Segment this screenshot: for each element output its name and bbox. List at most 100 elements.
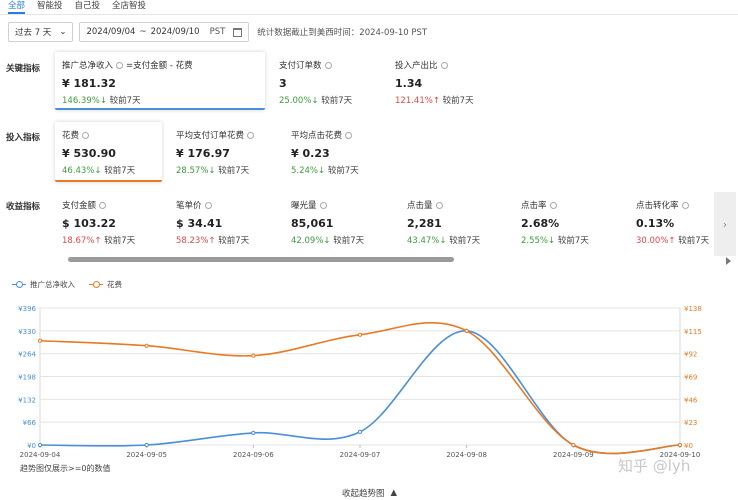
key-metric-orders[interactable]: 支付订单数 3 25.00%↓ 较前7天 [279,59,352,106]
y-left-tick-label: ¥66 [23,419,37,427]
collapse-chart-button[interactable]: 收起趋势图 ▲ [342,487,397,499]
tab-all[interactable]: 全部 [8,0,26,14]
metric-compare: 较前7天 [557,236,589,246]
scroll-right-button[interactable]: › [714,192,736,256]
legend-item-spend[interactable]: 花费 [89,279,122,290]
tab-smart[interactable]: 智能投 [37,0,63,14]
legend-item-net-income[interactable]: 推广总净收入 [12,279,75,290]
tab-store-smart[interactable]: 全店智投 [112,0,146,14]
metric-change: 146.39%↓ [62,96,107,106]
x-tick-label: 2024-09-06 [233,451,274,459]
x-tick-label: 2024-09-08 [446,451,487,459]
output-metric-payment[interactable]: 支付金额 $ 103.22 18.67%↑ 较前7天 [62,199,135,246]
period-select-value: 过去 7 天 [15,28,52,38]
metric-value: ¥ 0.23 [291,147,330,160]
info-icon [440,61,448,69]
chart-note: 趋势图仅展示>=0的数值 [20,464,111,473]
metric-name: 点击量 [407,201,433,211]
metric-compare: 较前7天 [104,166,136,176]
chevron-down-icon: ⌄ [59,27,67,37]
metric-compare: 较前7天 [321,96,353,106]
tab-self[interactable]: 自己投 [75,0,101,14]
date-start: 2024/09/04 [86,27,136,37]
y-right-tick-label: ¥138 [684,305,702,313]
metric-value: 0.13% [636,217,675,230]
y-right-tick-label: ¥115 [684,328,702,336]
metric-name: 投入产出比 [395,61,438,71]
metric-value: ¥ 176.97 [176,147,230,160]
legend-label: 推广总净收入 [30,280,75,289]
metric-value: 2.68% [521,217,560,230]
x-tick-label: 2024-09-07 [340,451,381,459]
date-separator: ~ [139,27,147,37]
horizontal-scrollbar[interactable] [68,257,454,262]
input-metric-spend[interactable]: 花费 ¥ 530.90 46.43%↓ 较前7天 [62,129,135,176]
metric-change: 18.67%↑ [62,236,102,246]
y-right-tick-label: ¥23 [684,419,697,427]
scroll-right-triangle-icon[interactable] [726,257,731,265]
data-point-spend [251,353,256,358]
metric-value: 3 [279,77,287,90]
trend-chart: ¥0 ¥66 ¥132 ¥198 ¥264 ¥330 ¥396 ¥0 ¥23 ¥46 ¥69 ¥92 ¥… [18,305,702,459]
calendar-icon [233,27,243,37]
metric-change: 30.00%↑ [636,236,676,246]
y-left-tick-label: ¥132 [18,396,36,404]
metric-change: 25.00%↓ [279,96,319,106]
metric-value: ¥ 181.32 [62,77,116,90]
metric-change: 2.55%↓ [521,236,556,246]
input-metric-avg-order-spend[interactable]: 平均支付订单花费 ¥ 176.97 28.57%↓ 较前7天 [176,129,255,176]
caret-up-icon: ▲ [390,488,398,498]
y-right-tick-label: ¥69 [684,374,697,382]
metric-name: 曝光量 [291,201,317,211]
metric-name: 花费 [62,131,80,141]
section-output-label: 收益指标 [6,202,41,212]
metric-compare: 较前7天 [218,236,250,246]
filter-row: 过去 7 天 ⌄ 2024/09/04 ~ 2024/09/10 PST 统计数… [8,22,427,42]
info-icon [204,201,212,209]
date-range-picker[interactable]: 2024/09/04 ~ 2024/09/10 PST [79,22,250,42]
metric-compare: 较前7天 [333,236,365,246]
metric-name: 平均点击花费 [291,131,343,141]
metric-value: 1.34 [395,77,423,90]
metric-name: 平均支付订单花费 [176,131,245,141]
info-icon [82,131,90,139]
series-line-net-income [39,330,681,455]
metric-formula: =支付金额 - 花费 [126,61,193,71]
y-left-tick-label: ¥198 [18,374,36,382]
y-right-tick-label: ¥92 [684,351,697,359]
y-left-tick-label: ¥396 [18,305,36,313]
data-point-net-income [251,430,256,435]
metric-change: 43.47%↓ [407,236,447,246]
x-tick-label: 2024-09-04 [20,451,61,459]
info-icon [681,201,689,209]
metric-value: ¥ 530.90 [62,147,116,160]
x-tick-label: 2024-09-09 [553,451,594,459]
period-select[interactable]: 过去 7 天 ⌄ [8,22,74,42]
output-metric-ctr[interactable]: 点击率 2.68% 2.55%↓ 较前7天 [521,199,589,246]
metric-change: 42.09%↓ [291,236,331,246]
date-end: 2024/09/10 [150,27,200,37]
y-left-tick-label: ¥264 [18,351,36,359]
data-point-spend [37,338,43,343]
data-point-net-income [357,429,363,434]
chart-legend: 推广总净收入 花费 [12,279,122,290]
metric-name: 支付订单数 [279,61,322,71]
data-point-spend [571,442,576,448]
info-icon [99,201,107,209]
metric-value: $ 34.41 [176,217,223,230]
output-metric-clicks[interactable]: 点击量 2,281 43.47%↓ 较前7天 [407,199,480,246]
output-metric-impressions[interactable]: 曝光量 85,061 42.09%↓ 较前7天 [291,199,364,246]
y-left-tick-label: ¥330 [18,328,36,336]
metric-name: 推广总净收入 [62,61,114,71]
key-metric-net-income[interactable]: 推广总净收入 =支付金额 - 花费 ¥ 181.32 146.39%↓ 较前7天 [62,59,193,106]
data-point-spend [464,328,469,333]
key-metric-roi[interactable]: 投入产出比 1.34 121.41%↑ 较前7天 [395,59,474,106]
data-point-spend [357,332,363,337]
watermark: 知乎 @lyh [618,457,691,475]
output-metric-unit-price[interactable]: 笔单价 $ 34.41 58.23%↑ 较前7天 [176,199,249,246]
output-metric-cvr[interactable]: 点击转化率 0.13% 30.00%↑ 较前7天 [636,199,709,246]
input-metric-avg-click-spend[interactable]: 平均点击花费 ¥ 0.23 5.24%↓ 较前7天 [291,129,359,176]
metric-compare: 较前7天 [449,236,481,246]
x-tick-label: 2024-09-05 [126,451,167,459]
legend-swatch-blue [12,281,26,288]
